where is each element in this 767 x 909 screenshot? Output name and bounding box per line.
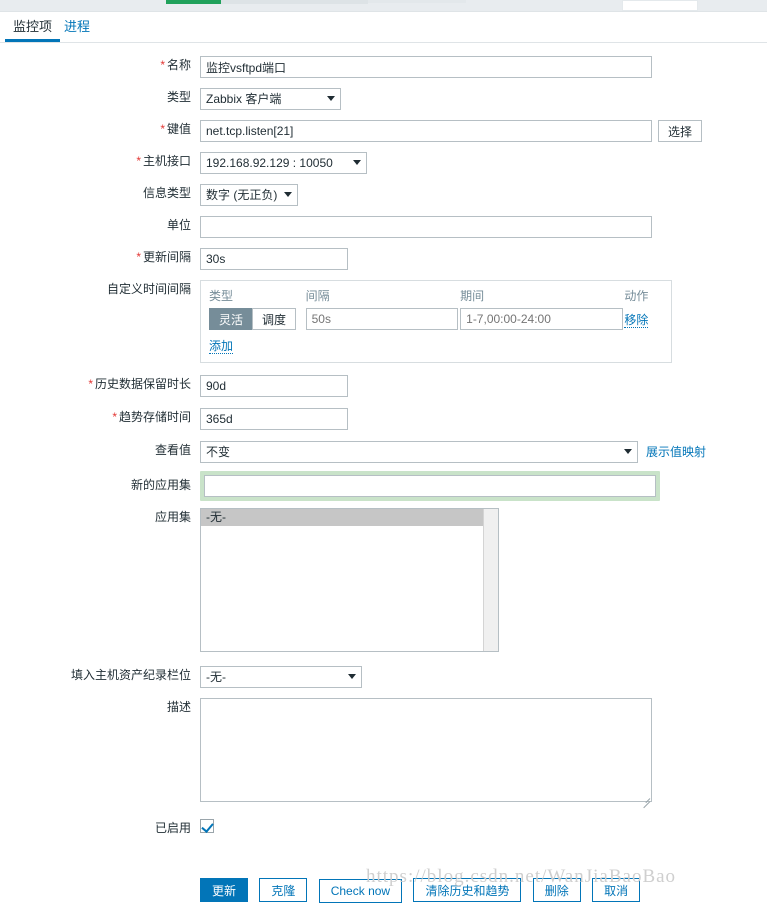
host-interface-label: * 主机接口: [136, 154, 191, 168]
header-white-box: [622, 0, 698, 11]
check-now-button[interactable]: Check now: [318, 878, 403, 903]
tab-bar: 监控项 进程: [0, 13, 767, 43]
tab-items[interactable]: 监控项: [5, 13, 61, 42]
tab-items-label: 监控项: [13, 19, 53, 34]
header-gray-indicator-secondary: [368, 0, 466, 3]
row-key: *键值 选择: [0, 110, 767, 142]
name-label: * 名称: [160, 58, 191, 72]
row-name: * 名称: [0, 44, 767, 78]
host-interface-select[interactable]: 192.168.92.129 : 10050: [200, 152, 367, 174]
interval-add-link[interactable]: 添加: [209, 339, 234, 354]
new-application-label: 新的应用集: [130, 478, 191, 492]
update-button[interactable]: 更新: [200, 878, 249, 902]
description-label: 描述: [166, 700, 191, 714]
row-show-value: 查看值 不变 展示值映射: [0, 430, 767, 463]
update-interval-label: * 更新间隔: [136, 250, 191, 264]
host-interface-select-wrapper: 192.168.92.129 : 10050: [200, 152, 367, 174]
units-label: 单位: [166, 218, 191, 232]
header-gray-indicator: [221, 0, 368, 4]
clone-button[interactable]: 克隆: [259, 878, 308, 902]
form-footer: 更新 克隆 Check now 清除历史和趋势 删除 取消: [0, 878, 767, 909]
type-label: 类型: [166, 90, 191, 104]
row-trends: * 趋势存储时间: [0, 397, 767, 430]
row-type: 类型 Zabbix 客户端: [0, 78, 767, 110]
interval-period-input[interactable]: [460, 308, 624, 330]
required-asterisk: *: [160, 58, 165, 72]
required-asterisk: *: [136, 250, 141, 264]
key-label: * 键值: [160, 122, 191, 136]
show-value-label: 查看值: [154, 443, 191, 457]
cancel-button[interactable]: 取消: [592, 878, 641, 902]
key-input[interactable]: [200, 120, 652, 142]
applications-label: 应用集: [154, 510, 191, 524]
custom-intervals-table: 类型 间隔 期间 动作 灵活 调度 50s 1-7,00:00-24:00 移除…: [200, 280, 672, 363]
row-inventory-field: 填入主机资产纪录栏位 -无-: [0, 652, 767, 688]
header-green-indicator: [166, 0, 221, 4]
trends-input[interactable]: [200, 408, 348, 430]
info-type-select-wrapper: 数字 (无正负): [200, 184, 298, 206]
row-units: 单位: [0, 206, 767, 238]
required-asterisk: *: [88, 377, 93, 391]
row-new-application: 新的应用集: [0, 463, 767, 501]
delete-button[interactable]: 删除: [532, 878, 581, 902]
inventory-field-select-wrapper: -无-: [200, 666, 362, 688]
row-info-type: 信息类型 数字 (无正负): [0, 174, 767, 206]
clear-history-button[interactable]: 清除历史和趋势: [413, 878, 522, 902]
description-wrapper: [200, 698, 652, 809]
required-asterisk: *: [112, 410, 117, 424]
update-interval-input[interactable]: [200, 248, 348, 270]
description-textarea[interactable]: [200, 698, 652, 802]
item-form: *名称 类型 Zabbix 客户端 *键值 选择 *主机接口: [0, 44, 767, 837]
applications-option[interactable]: -无-: [201, 509, 498, 526]
interval-type-scheduling-button[interactable]: 调度: [252, 308, 297, 330]
interval-type-flexible-button[interactable]: 灵活: [209, 308, 253, 330]
type-select-wrapper: Zabbix 客户端: [200, 88, 341, 110]
units-input[interactable]: [200, 216, 652, 238]
value-mapping-link[interactable]: 展示值映射: [646, 441, 706, 463]
new-application-input[interactable]: [204, 475, 656, 497]
row-description: 描述: [0, 688, 767, 809]
new-application-focus-ring: [200, 471, 660, 501]
required-asterisk: *: [136, 154, 141, 168]
type-select[interactable]: Zabbix 客户端: [200, 88, 341, 110]
column-header-interval: 间隔: [305, 289, 330, 303]
interval-remove-link[interactable]: 移除: [624, 312, 649, 328]
trends-label: * 趋势存储时间: [112, 410, 191, 424]
row-applications: 应用集 -无-: [0, 501, 767, 652]
column-header-type: 类型: [209, 289, 234, 303]
inventory-field-label: 填入主机资产纪录栏位: [70, 668, 191, 682]
custom-intervals-label: 自定义时间间隔: [106, 282, 191, 296]
applications-listbox[interactable]: -无-: [200, 508, 499, 652]
info-type-label: 信息类型: [142, 186, 191, 200]
custom-intervals-header: 类型 间隔 期间 动作: [209, 287, 663, 308]
page-header-strip: [0, 0, 767, 12]
name-input[interactable]: [200, 56, 652, 78]
column-header-period: 期间: [460, 289, 485, 303]
column-header-action: 动作: [624, 289, 649, 303]
show-value-select-wrapper: 不变: [200, 441, 638, 463]
info-type-select[interactable]: 数字 (无正负): [200, 184, 298, 206]
interval-value-input[interactable]: [305, 308, 458, 330]
enabled-checkbox[interactable]: [200, 819, 214, 833]
history-input[interactable]: [200, 375, 348, 397]
applications-scrollbar[interactable]: [483, 509, 498, 651]
custom-interval-row: 灵活 调度 移除: [209, 308, 663, 330]
inventory-field-select[interactable]: -无-: [200, 666, 362, 688]
row-enabled: 已启用: [0, 805, 767, 837]
show-value-select[interactable]: 不变: [200, 441, 638, 463]
key-select-button[interactable]: 选择: [658, 120, 703, 142]
row-host-interface: * 主机接口 192.168.92.129 : 10050: [0, 142, 767, 174]
row-history: * 历史数据保留时长: [0, 363, 767, 397]
required-asterisk: *: [160, 122, 165, 136]
enabled-label: 已启用: [154, 821, 191, 835]
interval-type-toggle: 灵活 调度: [209, 308, 306, 330]
tab-processes[interactable]: 进程: [56, 13, 98, 42]
row-custom-intervals: 自定义时间间隔 类型 间隔 期间 动作 灵活 调度 50s 1-7,00:00-…: [0, 270, 767, 363]
row-update-interval: * 更新间隔: [0, 238, 767, 270]
tab-processes-label: 进程: [64, 19, 91, 34]
footer-buttons: 更新 克隆 Check now 清除历史和趋势 删除 取消: [200, 878, 767, 903]
history-label: * 历史数据保留时长: [88, 377, 191, 391]
